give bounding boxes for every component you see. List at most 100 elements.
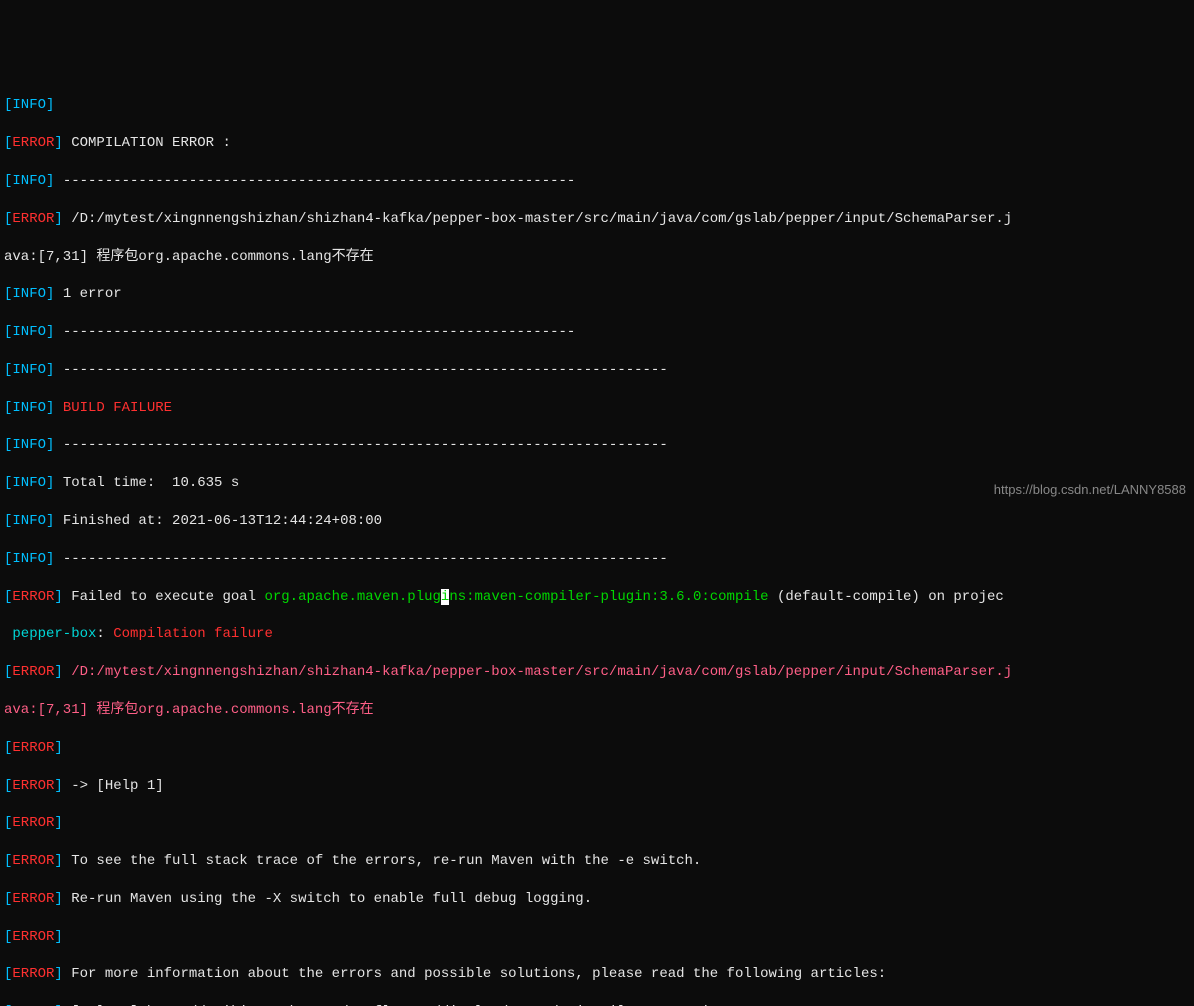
log-text — [63, 664, 71, 680]
bracket-icon: [ — [4, 589, 12, 605]
info-tag: INFO — [12, 286, 46, 302]
log-line: [INFO] BUILD FAILURE — [4, 399, 1190, 418]
error-tag: ERROR — [12, 966, 54, 982]
watermark-text: https://blog.csdn.net/LANNY8588 — [994, 481, 1186, 499]
bracket-icon: ] — [54, 853, 62, 869]
bracket-icon: [ — [4, 929, 12, 945]
total-time-text: Total time: 10.635 s — [54, 475, 239, 491]
error-tag: ERROR — [12, 211, 54, 227]
error-tag: ERROR — [12, 1004, 54, 1006]
error-tag: ERROR — [12, 135, 54, 151]
log-text: For more information about the errors an… — [63, 966, 886, 982]
info-tag: INFO — [12, 551, 46, 567]
bracket-icon: [ — [4, 1004, 12, 1006]
log-line: [INFO] ---------------------------------… — [4, 550, 1190, 569]
plugin-name: ns:maven-compiler-plugin:3.6.0:compile — [449, 589, 768, 605]
log-line: [INFO] ---------------------------------… — [4, 323, 1190, 342]
log-line: [ERROR] /D:/mytest/xingnnengshizhan/shiz… — [4, 210, 1190, 229]
bracket-icon: ] — [46, 513, 54, 529]
bracket-icon: [ — [4, 513, 12, 529]
bracket-icon: ] — [54, 966, 62, 982]
bracket-icon: [ — [4, 815, 12, 831]
bracket-icon: ] — [54, 211, 62, 227]
bracket-icon: [ — [4, 664, 12, 680]
error-tag: ERROR — [12, 929, 54, 945]
cursor-icon: i — [441, 589, 449, 605]
bracket-icon: ] — [46, 97, 54, 113]
info-tag: INFO — [12, 513, 46, 529]
bracket-icon: ] — [54, 589, 62, 605]
log-line: [INFO] ---------------------------------… — [4, 361, 1190, 380]
info-tag: INFO — [12, 475, 46, 491]
log-line-continuation: pepper-box: Compilation failure — [4, 625, 1190, 644]
bracket-icon: [ — [4, 853, 12, 869]
info-tag: INFO — [12, 97, 46, 113]
info-tag: INFO — [12, 400, 46, 416]
error-tag: ERROR — [12, 815, 54, 831]
log-line: [INFO] — [4, 96, 1190, 115]
log-text: ava:[7,31] 程序包org.apache.commons.lang不存在 — [4, 249, 374, 265]
log-line: [ERROR] — [4, 739, 1190, 758]
bracket-icon: ] — [54, 1004, 62, 1006]
log-line: [ERROR] — [4, 814, 1190, 833]
bracket-icon: ] — [54, 740, 62, 756]
error-path: /D:/mytest/xingnnengshizhan/shizhan4-kaf… — [71, 664, 1012, 680]
log-text: Re-run Maven using the -X switch to enab… — [63, 891, 592, 907]
log-text: /D:/mytest/xingnnengshizhan/shizhan4-kaf… — [63, 211, 1012, 227]
log-line: [ERROR] Failed to execute goal org.apach… — [4, 588, 1190, 607]
info-tag: INFO — [12, 173, 46, 189]
bracket-icon: ] — [54, 891, 62, 907]
log-line: [INFO] ---------------------------------… — [4, 436, 1190, 455]
bracket-icon: ] — [54, 815, 62, 831]
build-failure-text: BUILD FAILURE — [54, 400, 172, 416]
bracket-icon: ] — [54, 778, 62, 794]
error-tag: ERROR — [12, 740, 54, 756]
terminal-output: [INFO] [ERROR] COMPILATION ERROR : [INFO… — [4, 78, 1190, 1006]
log-text: ----------------------------------------… — [54, 551, 667, 567]
error-tag: ERROR — [12, 589, 54, 605]
bracket-icon: ] — [54, 135, 62, 151]
plugin-name: org.apache.maven.plug — [264, 589, 440, 605]
error-tag: ERROR — [12, 778, 54, 794]
error-path: ava:[7,31] 程序包org.apache.commons.lang不存在 — [4, 702, 374, 718]
bracket-icon: [ — [4, 778, 12, 794]
log-line-continuation: ava:[7,31] 程序包org.apache.commons.lang不存在 — [4, 248, 1190, 267]
bracket-icon: ] — [46, 551, 54, 567]
log-text: ----------------------------------------… — [54, 437, 667, 453]
info-tag: INFO — [12, 324, 46, 340]
log-line-continuation: ava:[7,31] 程序包org.apache.commons.lang不存在 — [4, 701, 1190, 720]
bracket-icon: ] — [54, 929, 62, 945]
error-tag: ERROR — [12, 664, 54, 680]
log-text: COMPILATION ERROR : — [63, 135, 231, 151]
bracket-icon: [ — [4, 551, 12, 567]
log-line: [ERROR] For more information about the e… — [4, 965, 1190, 984]
log-line: [INFO] 1 error — [4, 285, 1190, 304]
bracket-icon: [ — [4, 966, 12, 982]
finished-at-text: Finished at: 2021-06-13T12:44:24+08:00 — [54, 513, 382, 529]
failure-text: Compilation failure — [113, 626, 273, 642]
log-line: [ERROR] COMPILATION ERROR : — [4, 134, 1190, 153]
log-text: To see the full stack trace of the error… — [63, 853, 702, 869]
bracket-icon: [ — [4, 891, 12, 907]
help-link-text: -> [Help 1] — [63, 778, 164, 794]
log-text: ----------------------------------------… — [54, 362, 667, 378]
log-line: [ERROR] To see the full stack trace of t… — [4, 852, 1190, 871]
log-text: : — [96, 626, 113, 642]
log-line: [ERROR] [Help 1] http://cwiki.apache.org… — [4, 1003, 1190, 1006]
log-line: [ERROR] Re-run Maven using the -X switch… — [4, 890, 1190, 909]
bracket-icon: [ — [4, 740, 12, 756]
log-text: (default-compile) on projec — [769, 589, 1004, 605]
log-text: Failed to execute goal — [63, 589, 265, 605]
error-tag: ERROR — [12, 853, 54, 869]
info-tag: INFO — [12, 437, 46, 453]
log-line: [ERROR] /D:/mytest/xingnnengshizhan/shiz… — [4, 663, 1190, 682]
log-line: [INFO] Finished at: 2021-06-13T12:44:24+… — [4, 512, 1190, 531]
help-url-text: [Help 1] http://cwiki.apache.org/conflue… — [63, 1004, 727, 1006]
bracket-icon: ] — [54, 664, 62, 680]
log-line: [ERROR] -> [Help 1] — [4, 777, 1190, 796]
log-text: 1 error — [54, 286, 121, 302]
project-name: pepper-box — [4, 626, 96, 642]
log-line: [ERROR] — [4, 928, 1190, 947]
log-text: ----------------------------------------… — [54, 173, 575, 189]
info-tag: INFO — [12, 362, 46, 378]
